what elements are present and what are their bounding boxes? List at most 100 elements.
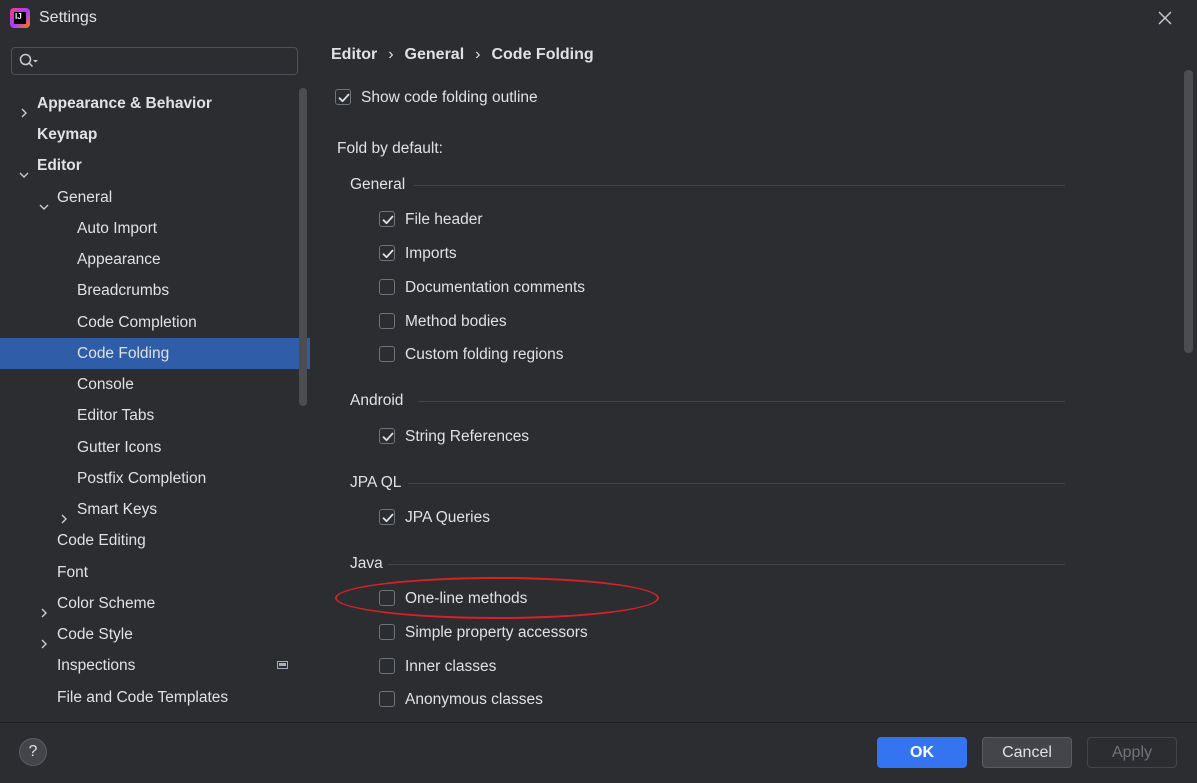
checkbox[interactable] (379, 624, 395, 640)
sidebar-item-label: Gutter Icons (77, 439, 162, 456)
option-label: Documentation comments (405, 279, 586, 296)
option-label: Inner classes (405, 658, 497, 675)
chevron-right-icon[interactable] (19, 98, 29, 118)
sidebar-item-label: Keymap (37, 126, 98, 143)
sidebar-item-label: Console (77, 376, 134, 393)
sidebar-item-font[interactable]: Font (0, 557, 310, 588)
project-level-icon (277, 661, 288, 669)
chevron-right-icon[interactable] (59, 504, 69, 524)
help-button[interactable]: ? (19, 738, 47, 766)
group-title-android: Android (350, 392, 404, 409)
group-separator (388, 564, 1065, 565)
checkbox[interactable] (379, 346, 395, 362)
checkbox[interactable] (379, 313, 395, 329)
group-title-general: General (350, 176, 406, 193)
option-label: JPA Queries (405, 509, 491, 526)
apply-button[interactable]: Apply (1087, 737, 1177, 768)
sidebar-item-gutter-icons[interactable]: Gutter Icons (0, 432, 310, 463)
chevron-down-icon[interactable] (39, 192, 49, 210)
sidebar-item-console[interactable]: Console (0, 369, 310, 400)
group-separator (418, 401, 1065, 402)
sidebar-item-label: Editor (37, 157, 82, 174)
sidebar-item-code-completion[interactable]: Code Completion (0, 307, 310, 338)
chevron-down-icon[interactable] (19, 160, 29, 178)
dialog-footer: ? OK Cancel Apply (0, 722, 1197, 783)
option-label: Anonymous classes (405, 691, 543, 708)
sidebar-item-label: Code Completion (77, 314, 197, 331)
sidebar-item-label: Auto Import (77, 220, 158, 237)
sidebar-item-general[interactable]: General (0, 182, 310, 213)
sidebar-item-label: Inspections (57, 657, 136, 674)
annotation-highlight (335, 577, 659, 619)
option-label: Method bodies (405, 313, 507, 330)
sidebar-item-code-style[interactable]: Code Style (0, 619, 310, 650)
option-label: String References (405, 428, 530, 445)
sidebar-item-inspections[interactable]: Inspections (0, 650, 310, 681)
checkbox[interactable] (379, 279, 395, 295)
checkbox[interactable] (379, 245, 395, 261)
option-label: Custom folding regions (405, 346, 564, 363)
intellij-app-icon: IJ (10, 8, 30, 28)
sidebar-item-label: Code Style (57, 626, 133, 643)
show-outline-checkbox[interactable] (335, 89, 351, 105)
sidebar-item-breadcrumbs[interactable]: Breadcrumbs (0, 275, 310, 306)
sidebar-item-label: Editor Tabs (77, 407, 155, 424)
sidebar-item-smart-keys[interactable]: Smart Keys (0, 494, 310, 525)
sidebar-item-label: Appearance & Behavior (37, 95, 212, 112)
sidebar-item-postfix-completion[interactable]: Postfix Completion (0, 463, 310, 494)
chevron-right-icon[interactable] (39, 629, 49, 649)
group-separator (414, 185, 1065, 186)
sidebar-item-label: Breadcrumbs (77, 282, 170, 299)
close-icon[interactable] (1155, 8, 1175, 28)
settings-content: Editor › General › Code Folding Show code fo… (310, 36, 1197, 722)
option-label: Simple property accessors (405, 624, 588, 641)
breadcrumb-separator: › (388, 46, 394, 63)
sidebar-item-label: Code Editing (57, 532, 146, 549)
sidebar-item-code-folding[interactable]: Code Folding (0, 338, 310, 369)
checkbox[interactable] (379, 428, 395, 444)
group-title-jpa-ql: JPA QL (350, 474, 402, 491)
breadcrumb: Editor › General › Code Folding (331, 46, 594, 64)
sidebar-item-appearance-behavior[interactable]: Appearance & Behavior (0, 88, 310, 119)
sidebar-item-label: Code Folding (77, 345, 170, 362)
search-icon (19, 53, 39, 69)
show-outline-label: Show code folding outline (361, 89, 538, 106)
chevron-right-icon[interactable] (39, 598, 49, 618)
cancel-button[interactable]: Cancel (982, 737, 1072, 768)
sidebar-item-label: Color Scheme (57, 595, 156, 612)
fold-by-default-label: Fold by default: (337, 140, 443, 157)
search-input[interactable] (46, 50, 290, 74)
search-box[interactable] (11, 47, 298, 75)
window-title: Settings (39, 9, 97, 26)
ok-button[interactable]: OK (877, 737, 967, 768)
sidebar-item-code-editing[interactable]: Code Editing (0, 525, 310, 556)
option-label: File header (405, 211, 483, 228)
sidebar-item-label: Font (57, 564, 89, 581)
checkbox[interactable] (379, 658, 395, 674)
sidebar-item-label: General (57, 189, 113, 206)
sidebar-item-file-and-code-templates[interactable]: File and Code Templates (0, 682, 310, 713)
checkbox[interactable] (379, 691, 395, 707)
sidebar-item-keymap[interactable]: Keymap (0, 119, 310, 150)
content-scrollbar[interactable] (1184, 70, 1193, 353)
sidebar-item-label: Smart Keys (77, 501, 158, 518)
title-bar: IJ Settings (0, 0, 1197, 36)
breadcrumb-separator: › (475, 46, 481, 63)
sidebar-item-editor-tabs[interactable]: Editor Tabs (0, 400, 310, 431)
breadcrumb-item[interactable]: General (405, 46, 465, 63)
option-label: Imports (405, 245, 457, 262)
sidebar-item-label: Postfix Completion (77, 470, 207, 487)
breadcrumb-item[interactable]: Editor (331, 46, 377, 63)
group-separator (408, 483, 1065, 484)
sidebar-item-label: File and Code Templates (57, 689, 229, 706)
sidebar-item-label: Appearance (77, 251, 161, 268)
sidebar-item-editor[interactable]: Editor (0, 150, 310, 181)
sidebar-item-auto-import[interactable]: Auto Import (0, 213, 310, 244)
sidebar-scrollbar[interactable] (299, 88, 307, 406)
settings-sidebar: Appearance & Behavior Keymap Editor General… (0, 36, 310, 722)
sidebar-item-color-scheme[interactable]: Color Scheme (0, 588, 310, 619)
group-title-java: Java (350, 555, 383, 572)
sidebar-item-appearance[interactable]: Appearance (0, 244, 310, 275)
checkbox[interactable] (379, 211, 395, 227)
checkbox[interactable] (379, 509, 395, 525)
